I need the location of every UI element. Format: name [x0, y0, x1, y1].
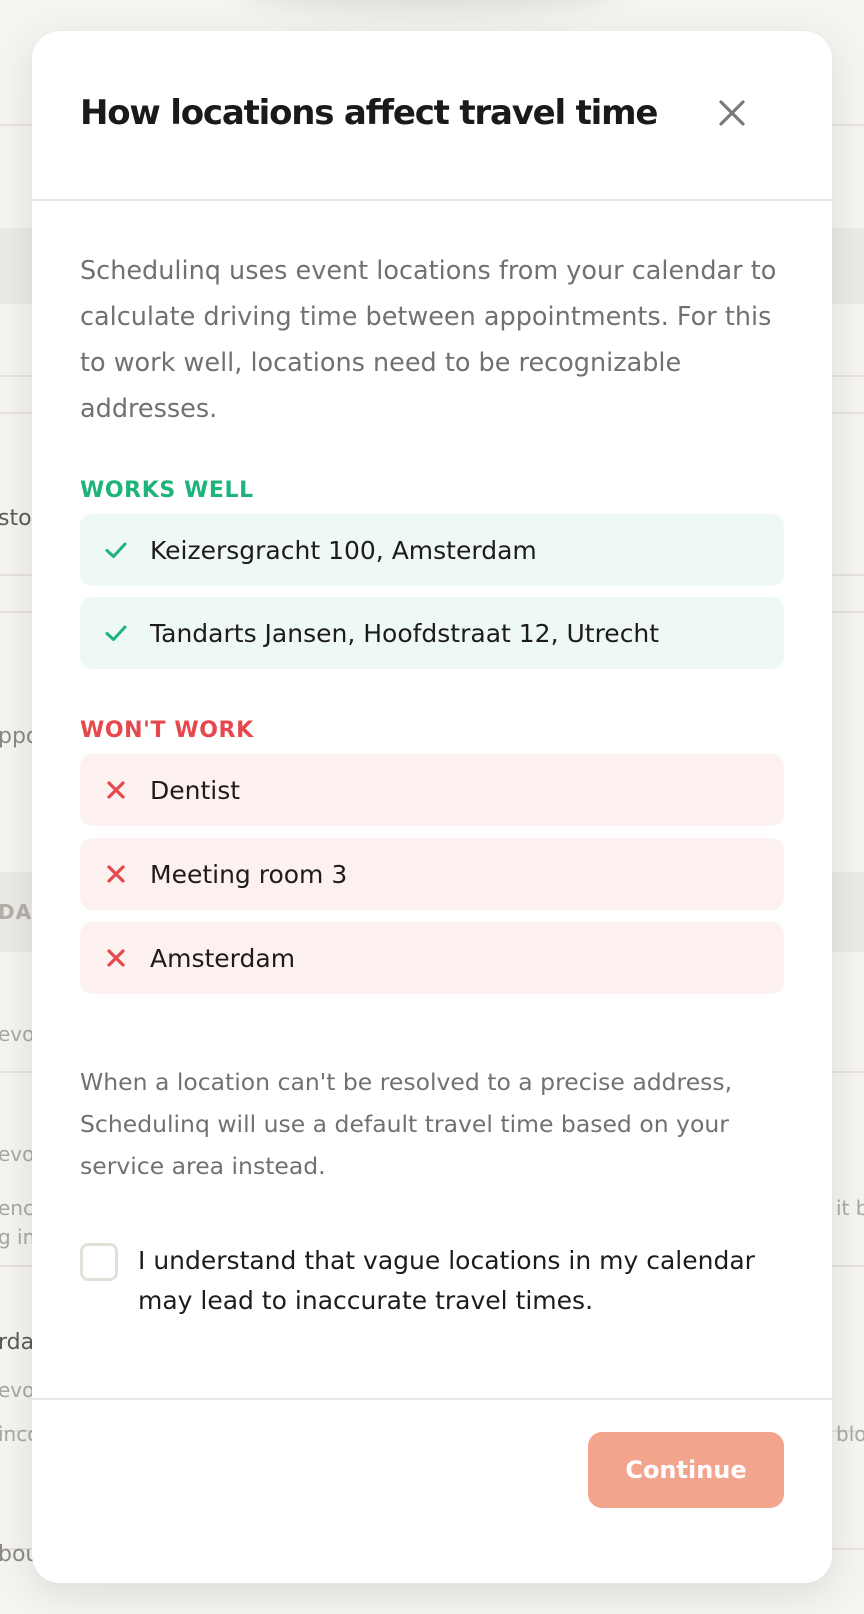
check-icon — [105, 542, 127, 558]
check-icon — [105, 625, 127, 641]
continue-button[interactable]: Continue — [588, 1432, 784, 1508]
bad-location-item: Amsterdam — [80, 922, 784, 994]
cross-icon — [107, 865, 125, 883]
location-text: Amsterdam — [150, 943, 296, 973]
good-location-item: Tandarts Jansen, Hoofdstraat 12, Utrecht — [80, 597, 784, 669]
background-text: rda — [0, 1330, 35, 1355]
background-text: g in — [0, 1225, 36, 1249]
modal-header: How locations affect travel time — [32, 31, 832, 201]
consent-checkbox[interactable] — [80, 1243, 118, 1281]
close-icon — [719, 100, 745, 126]
cross-icon — [107, 949, 125, 967]
wont-work-heading: WON'T WORK — [80, 718, 254, 743]
location-text: Keizersgracht 100, Amsterdam — [150, 535, 537, 565]
modal-title: How locations affect travel time — [80, 93, 658, 133]
bad-location-item: Meeting room 3 — [80, 838, 784, 910]
location-text: Dentist — [150, 775, 241, 805]
intro-text: Schedulinq uses event locations from you… — [80, 256, 777, 424]
cross-icon — [107, 781, 125, 799]
background-shadow — [240, 0, 620, 10]
location-text: Meeting room 3 — [150, 859, 348, 889]
fallback-note: When a location can't be resolved to a p… — [80, 1068, 733, 1180]
background-text: blo — [836, 1422, 864, 1446]
modal-footer: Continue — [32, 1398, 832, 1583]
consent-row[interactable]: I understand that vague locations in my … — [80, 1241, 784, 1331]
bad-location-item: Dentist — [80, 754, 784, 826]
location-text: Tandarts Jansen, Hoofdstraat 12, Utrecht — [150, 618, 660, 648]
travel-time-modal: How locations affect travel time Schedul… — [32, 31, 832, 1583]
background-text: it b — [836, 1196, 864, 1220]
consent-label[interactable]: I understand that vague locations in my … — [138, 1241, 778, 1321]
close-button[interactable] — [712, 93, 752, 133]
good-location-item: Keizersgracht 100, Amsterdam — [80, 514, 784, 586]
works-well-heading: WORKS WELL — [80, 478, 254, 503]
